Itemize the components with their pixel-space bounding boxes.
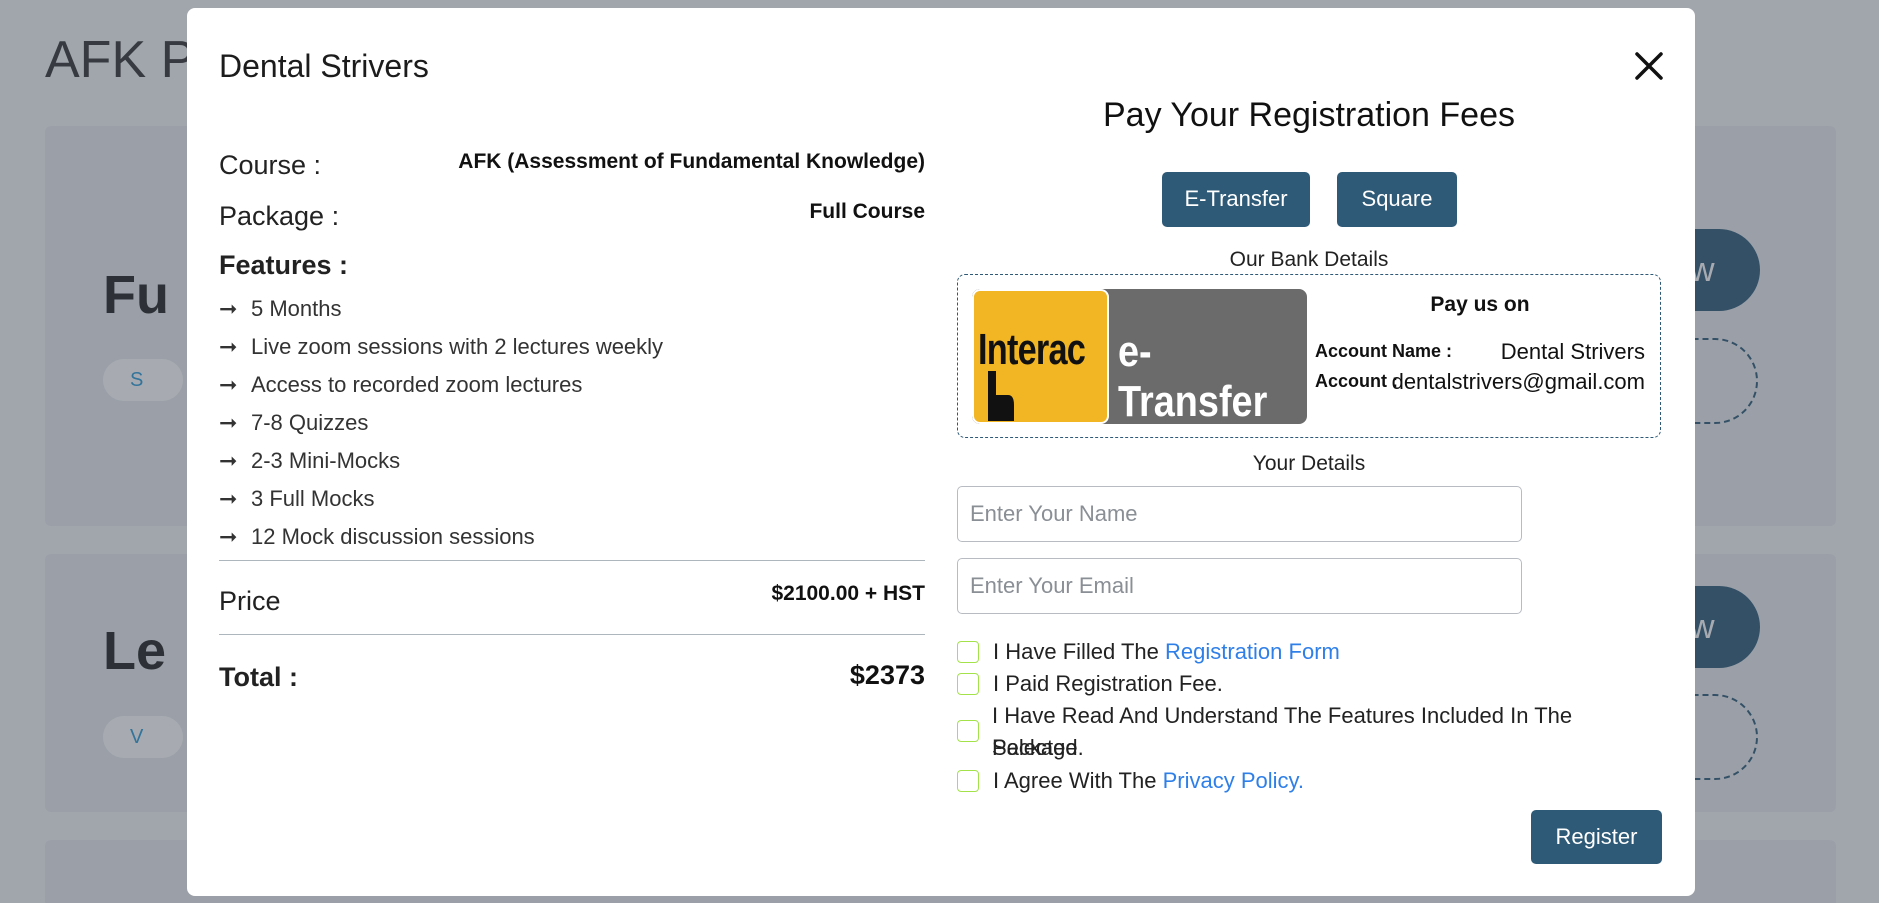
features-checkbox[interactable] (957, 720, 979, 742)
hand-icon (988, 371, 1014, 421)
divider (219, 634, 925, 635)
arrow-right-icon: ➞ (219, 486, 238, 511)
etransfer-logo-text: e-Transfer (1118, 327, 1268, 424)
email-input[interactable] (957, 558, 1522, 614)
feature-item: ➞ Live zoom sessions with 2 lectures week… (219, 334, 664, 359)
registration-modal: Dental Strivers Course : AFK (Assessment… (187, 8, 1695, 896)
bank-details-label: Our Bank Details (1229, 248, 1389, 271)
arrow-right-icon: ➞ (219, 448, 238, 473)
close-icon[interactable] (1627, 44, 1671, 88)
feature-item: ➞ 12 Mock discussion sessions (219, 524, 535, 549)
package-label: Package : (219, 201, 340, 231)
account-name-value: Dental Strivers (1500, 339, 1645, 364)
bank-details-box: Interac e-Transfer Pay us on Account Nam… (957, 274, 1661, 438)
modal-title: Dental Strivers (219, 48, 429, 84)
arrow-right-icon: ➞ (219, 410, 238, 435)
feature-item: ➞ 7-8 Quizzes (219, 410, 369, 435)
total-label: Total : (219, 662, 298, 692)
arrow-right-icon: ➞ (219, 296, 238, 321)
price-value: $2100.00 + HST (771, 582, 925, 605)
name-input[interactable] (957, 486, 1522, 542)
arrow-right-icon: ➞ (219, 372, 238, 397)
account-label: Account : (1315, 371, 1398, 391)
registration-form-link[interactable]: Registration Form (1165, 639, 1340, 664)
price-label: Price (219, 586, 281, 616)
e-transfer-button[interactable]: E-Transfer (1162, 172, 1310, 227)
arrow-right-icon: ➞ (219, 524, 238, 549)
package-value: Full Course (809, 200, 925, 223)
register-button[interactable]: Register (1531, 810, 1662, 864)
features-check-label-line1: I Have Read And Understand The Features … (992, 703, 1573, 760)
feature-item: ➞ 5 Months (219, 296, 342, 321)
registration-form-checkbox[interactable] (957, 641, 979, 663)
total-value: $2373 (849, 660, 925, 690)
course-label: Course : (219, 150, 322, 180)
payment-title: Pay Your Registration Fees (1102, 96, 1516, 134)
divider (219, 560, 925, 561)
features-title: Features : (219, 250, 349, 280)
interac-etransfer-logo: Interac e-Transfer (972, 289, 1307, 424)
privacy-policy-link[interactable]: Privacy Policy. (1163, 768, 1304, 793)
account-name-label: Account Name : (1315, 341, 1453, 361)
course-value: AFK (Assessment of Fundamental Knowledge… (458, 150, 925, 173)
paid-fee-label: I Paid Registration Fee. (993, 671, 1223, 696)
feature-item: ➞ Access to recorded zoom lectures (219, 372, 583, 397)
feature-item: ➞ 3 Full Mocks (219, 486, 375, 511)
account-value: dentalstrivers@gmail.com (1391, 369, 1645, 394)
your-details-label: Your Details (1252, 452, 1366, 475)
arrow-right-icon: ➞ (219, 334, 238, 359)
pay-us-on-label: Pay us on (1430, 293, 1530, 316)
paid-fee-checkbox[interactable] (957, 673, 979, 695)
feature-item: ➞ 2-3 Mini-Mocks (219, 448, 401, 473)
privacy-checkbox[interactable] (957, 770, 979, 792)
square-button[interactable]: Square (1337, 172, 1457, 227)
features-check-label-line2: Package. (992, 735, 1084, 760)
